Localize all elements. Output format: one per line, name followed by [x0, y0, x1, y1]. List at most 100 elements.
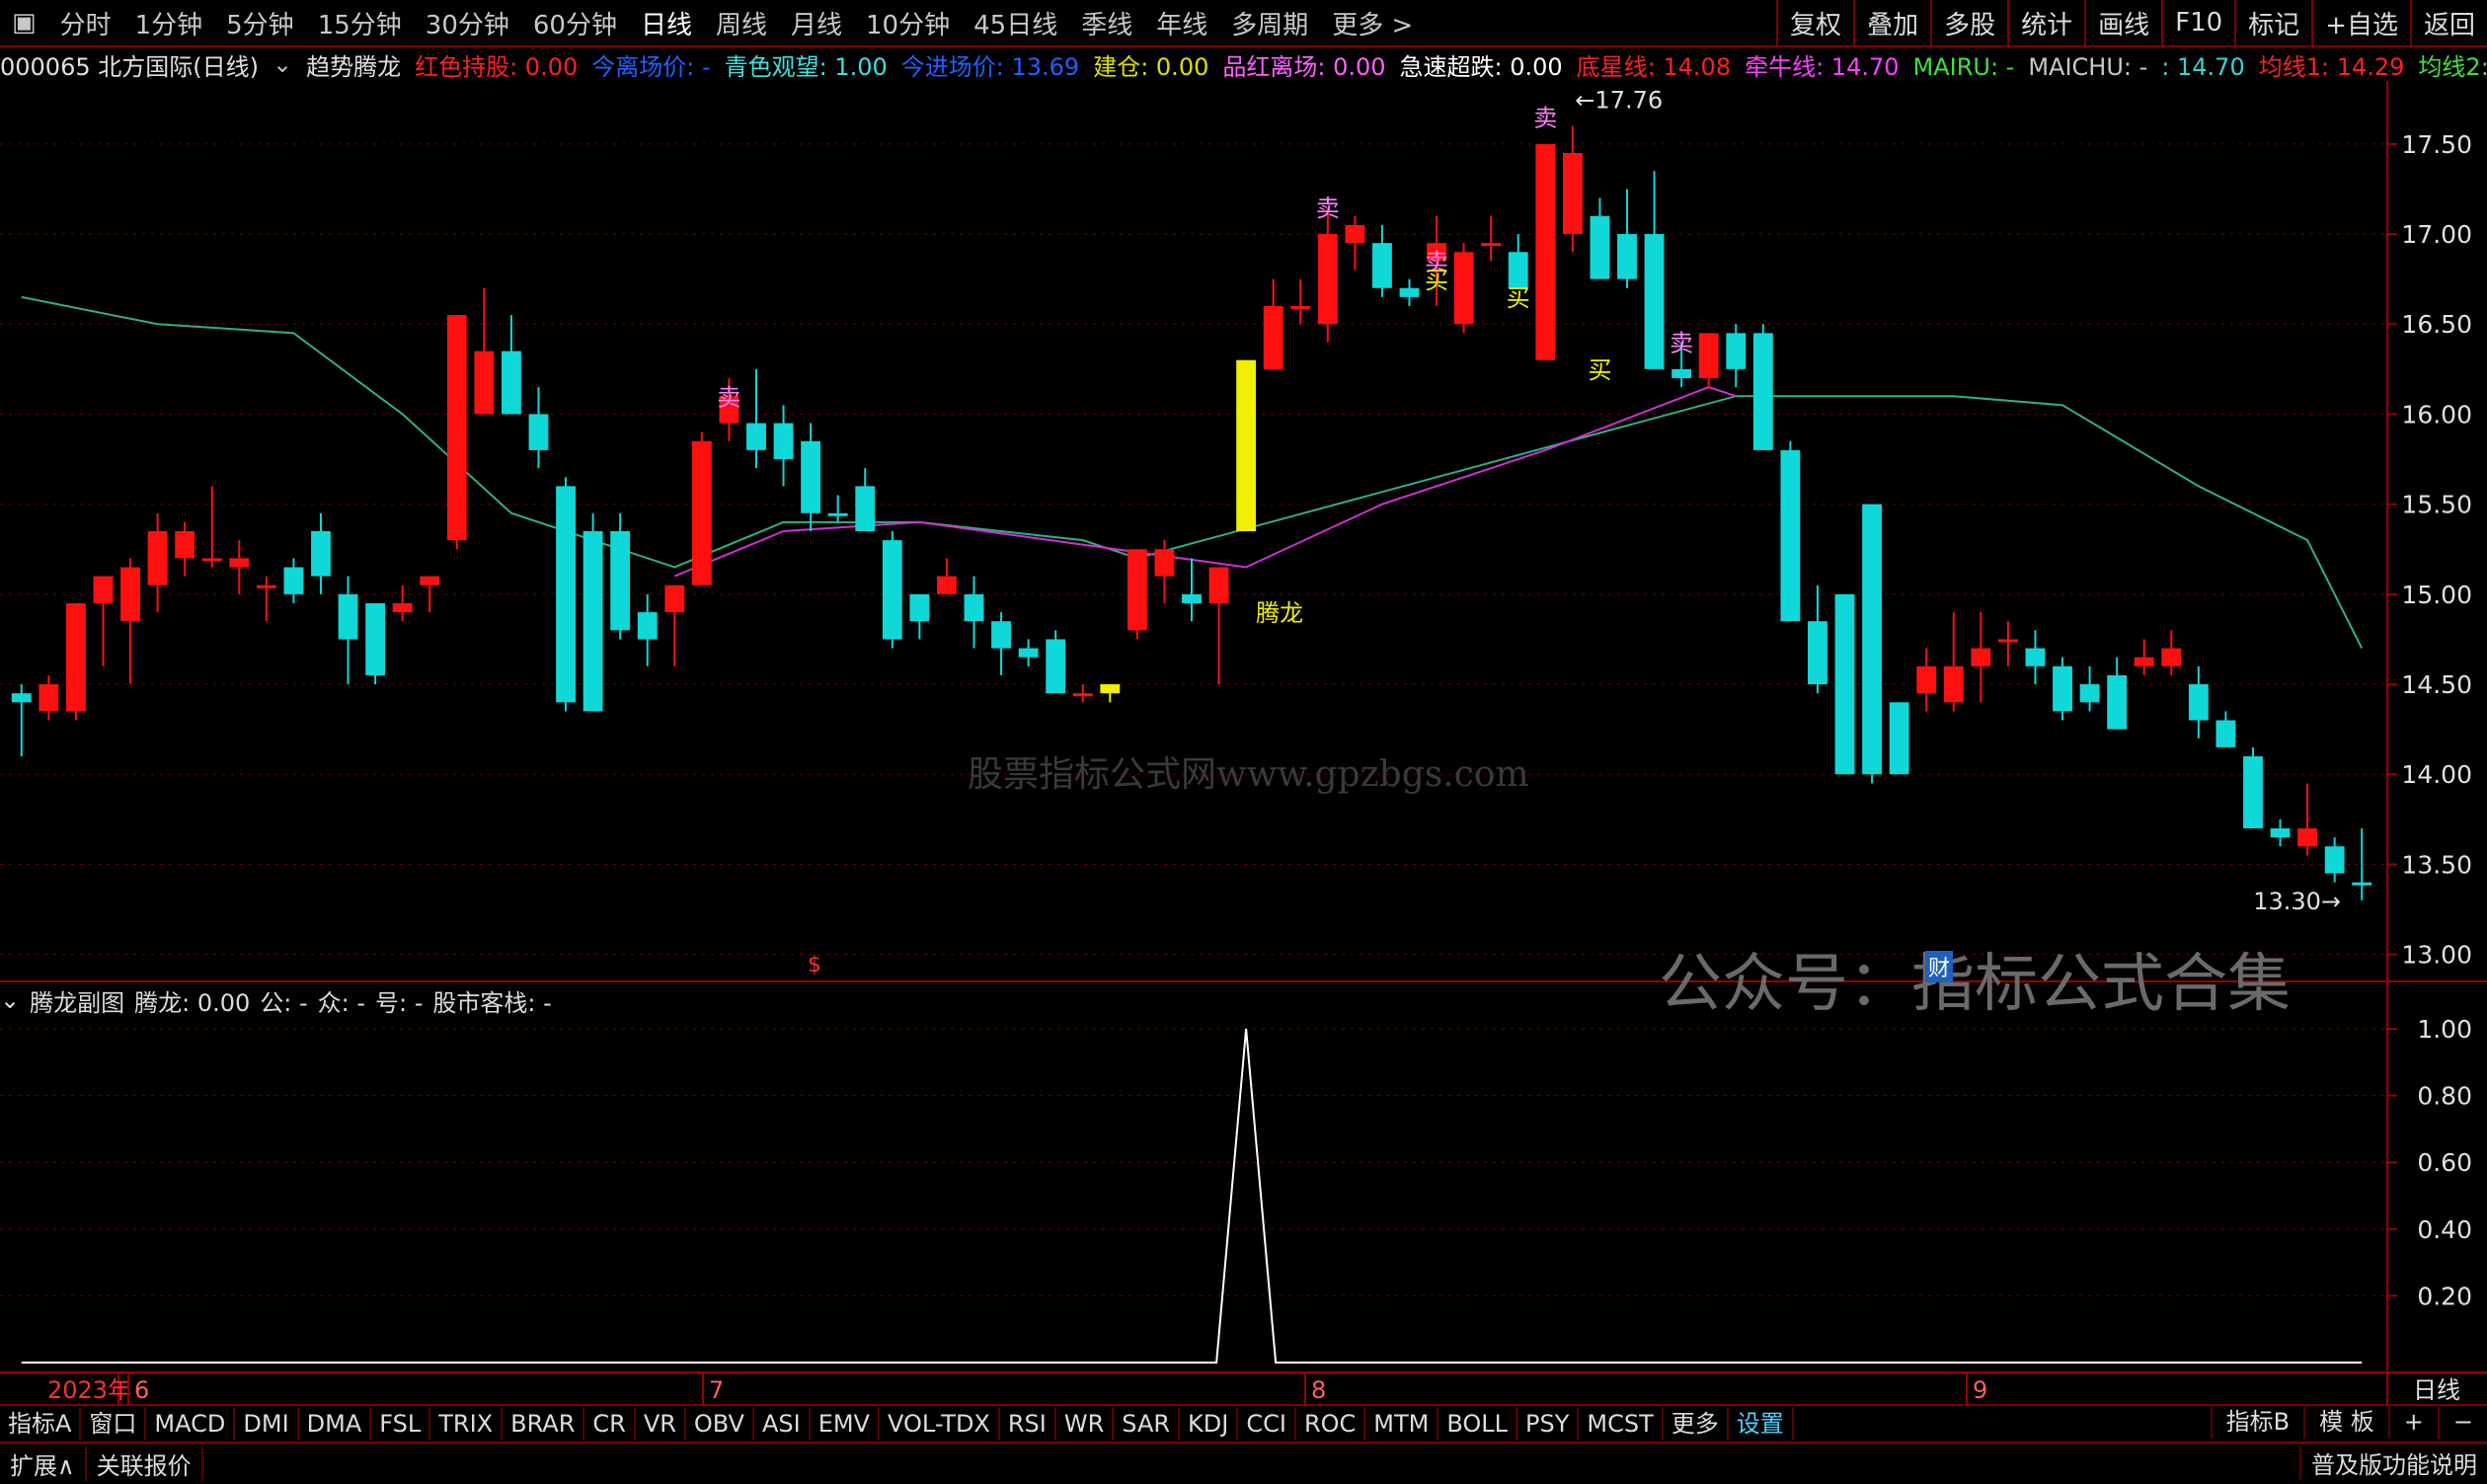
period-tab-7[interactable]: 周线 — [704, 5, 779, 41]
period-tab-10[interactable]: 45日线 — [962, 5, 1069, 41]
indicator-right-tab-2[interactable]: + — [2387, 1405, 2438, 1439]
candle-body-9 — [256, 585, 276, 588]
indicator-right-tab-1[interactable]: 模 板 — [2303, 1405, 2388, 1439]
period-tab-13[interactable]: 多周期 — [1219, 5, 1320, 41]
expand-button[interactable]: 扩展∧ — [0, 1446, 87, 1481]
info-fields: 红色持股: 0.00 今离场价: - 青色观望: 1.00 今进场价: 13.69 建仓… — [415, 47, 2487, 81]
period-tab-1[interactable]: 1分钟 — [123, 5, 215, 41]
indicator-tab-19[interactable]: ROC — [1296, 1407, 1366, 1441]
indicator-tab-22[interactable]: PSY — [1517, 1407, 1580, 1441]
x-axis-label-3: 8 — [1311, 1376, 1326, 1404]
formula-name[interactable]: 趋势腾龙 — [306, 47, 401, 81]
info-field-13: 均线2: 1 — [2418, 52, 2487, 81]
candle-body-51 — [1399, 287, 1420, 297]
top-right-button-3[interactable]: 统计 — [2007, 0, 2084, 45]
y-tick-label-5: 15.00 — [2401, 581, 2472, 609]
dollar-marker[interactable]: $ — [808, 953, 821, 977]
candle-body-18 — [501, 351, 521, 415]
period-tab-2[interactable]: 5分钟 — [214, 5, 306, 41]
candle-body-62 — [1698, 333, 1719, 378]
sell-signal-0: 卖 — [717, 383, 740, 411]
indicator-tab-17[interactable]: KDJ — [1180, 1407, 1239, 1441]
indicator-tab-21[interactable]: BOLL — [1438, 1407, 1518, 1441]
indicator-tab-15[interactable]: WR — [1056, 1407, 1115, 1441]
candle-body-23 — [637, 612, 658, 640]
top-right-button-0[interactable]: 复权 — [1776, 0, 1853, 45]
sub-signal-line — [21, 1028, 2363, 1364]
collapse-icon[interactable]: ⌄ — [272, 50, 292, 78]
period-tab-6[interactable]: 日线 — [629, 5, 704, 41]
candle-body-19 — [528, 414, 549, 450]
candle-body-4 — [120, 567, 140, 622]
indicator-tab-2[interactable]: MACD — [146, 1407, 236, 1441]
candle-body-59 — [1617, 234, 1637, 279]
indicator-tab-24[interactable]: 更多 — [1664, 1407, 1729, 1441]
indicator-tab-3[interactable]: DMI — [235, 1407, 299, 1441]
indicator-tab-25[interactable]: 设置 — [1729, 1407, 1794, 1441]
period-tab-8[interactable]: 月线 — [779, 5, 854, 41]
period-tab-9[interactable]: 10分钟 — [854, 5, 962, 41]
price-chart[interactable]: 17.50 17.00 16.50 16.00 15.50 15.00 14.50 14.00… — [0, 81, 2487, 1404]
candle-body-37 — [1018, 648, 1039, 658]
related-quote-button[interactable]: 关联报价 — [87, 1446, 203, 1481]
info-field-12: 均线1: 14.29 — [2258, 52, 2405, 81]
period-tab-11[interactable]: 季线 — [1069, 5, 1144, 41]
top-right-button-6[interactable]: 标记 — [2234, 0, 2311, 45]
sub-y-tick-label-1: 0.80 — [2417, 1082, 2472, 1111]
indicator-tab-7[interactable]: BRAR — [503, 1407, 585, 1441]
info-field-8: 牵牛线: 14.70 — [1745, 52, 1900, 81]
indicator-tab-23[interactable]: MCST — [1579, 1407, 1664, 1441]
candle-body-64 — [1752, 333, 1773, 450]
info-field-10: MAICHU: - — [2028, 52, 2148, 81]
indicator-tab-4[interactable]: DMA — [299, 1407, 372, 1441]
x-axis-label-1: 6 — [134, 1376, 149, 1404]
stock-title: 000065 北方国际(日线) — [0, 52, 259, 81]
top-right-button-1[interactable]: 叠加 — [1853, 0, 1930, 45]
window-menu-icon[interactable]: ▣ — [0, 8, 48, 38]
finance-badge[interactable]: 财 — [1925, 951, 1954, 982]
candle-body-48 — [1317, 234, 1338, 325]
candle-body-61 — [1671, 368, 1692, 378]
top-right-button-4[interactable]: 画线 — [2084, 0, 2161, 45]
indicator-tab-18[interactable]: CCI — [1238, 1407, 1296, 1441]
indicator-tab-12[interactable]: EMV — [811, 1407, 880, 1441]
top-right-menu: 复权 叠加 多股 统计 画线 F10 标记 +自选 返回 — [1776, 0, 2487, 45]
indicator-tab-20[interactable]: MTM — [1365, 1407, 1439, 1441]
indicator-tab-9[interactable]: VR — [636, 1407, 686, 1441]
period-tab-0[interactable]: 分时 — [48, 5, 123, 41]
top-right-button-7[interactable]: +自选 — [2311, 0, 2410, 45]
candle-body-5 — [147, 531, 168, 586]
period-tab-3[interactable]: 15分钟 — [306, 5, 414, 41]
indicator-tab-6[interactable]: TRIX — [430, 1407, 504, 1441]
indicator-tab-10[interactable]: OBV — [686, 1407, 754, 1441]
indicator-tab-13[interactable]: VOL-TDX — [880, 1407, 1000, 1441]
indicator-right-tab-0[interactable]: 指标B — [2210, 1405, 2303, 1439]
buy-signal-0: 买 — [1425, 267, 1448, 294]
candle-body-25 — [691, 440, 712, 586]
indicator-tab-1[interactable]: 窗口 — [81, 1407, 147, 1441]
candle-body-6 — [175, 531, 195, 559]
indicator-right-tab-3[interactable]: − — [2437, 1405, 2487, 1439]
sub-y-tick-label-2: 0.60 — [2417, 1148, 2472, 1177]
low-price-label: 13.30→ — [2253, 888, 2341, 915]
indicator-tab-8[interactable]: CR — [584, 1407, 636, 1441]
candle-body-55 — [1508, 252, 1528, 288]
candle-body-66 — [1808, 621, 1827, 685]
indicator-tab-16[interactable]: SAR — [1114, 1407, 1181, 1441]
indicator-tab-14[interactable]: RSI — [1000, 1407, 1056, 1441]
indicator-tab-0[interactable]: 指标A — [0, 1407, 82, 1441]
ma-magenta-line — [673, 386, 1737, 578]
sub-collapse-icon[interactable]: ⌄ — [0, 986, 20, 1014]
indicator-tab-11[interactable]: ASI — [754, 1407, 811, 1441]
period-tab-4[interactable]: 30分钟 — [414, 5, 521, 41]
top-right-button-5[interactable]: F10 — [2161, 0, 2234, 45]
period-tab-14[interactable]: 更多 > — [1320, 5, 1425, 41]
period-tab-12[interactable]: 年线 — [1144, 5, 1219, 41]
top-right-button-2[interactable]: 多股 — [1930, 0, 2007, 45]
top-right-button-8[interactable]: 返回 — [2409, 0, 2487, 45]
edition-info-button[interactable]: 普及版功能说明 — [2299, 1445, 2487, 1480]
indicator-tab-5[interactable]: FSL — [371, 1407, 431, 1441]
period-tab-5[interactable]: 60分钟 — [521, 5, 629, 41]
candle-body-28 — [773, 423, 794, 460]
candle-body-77 — [2107, 674, 2128, 730]
